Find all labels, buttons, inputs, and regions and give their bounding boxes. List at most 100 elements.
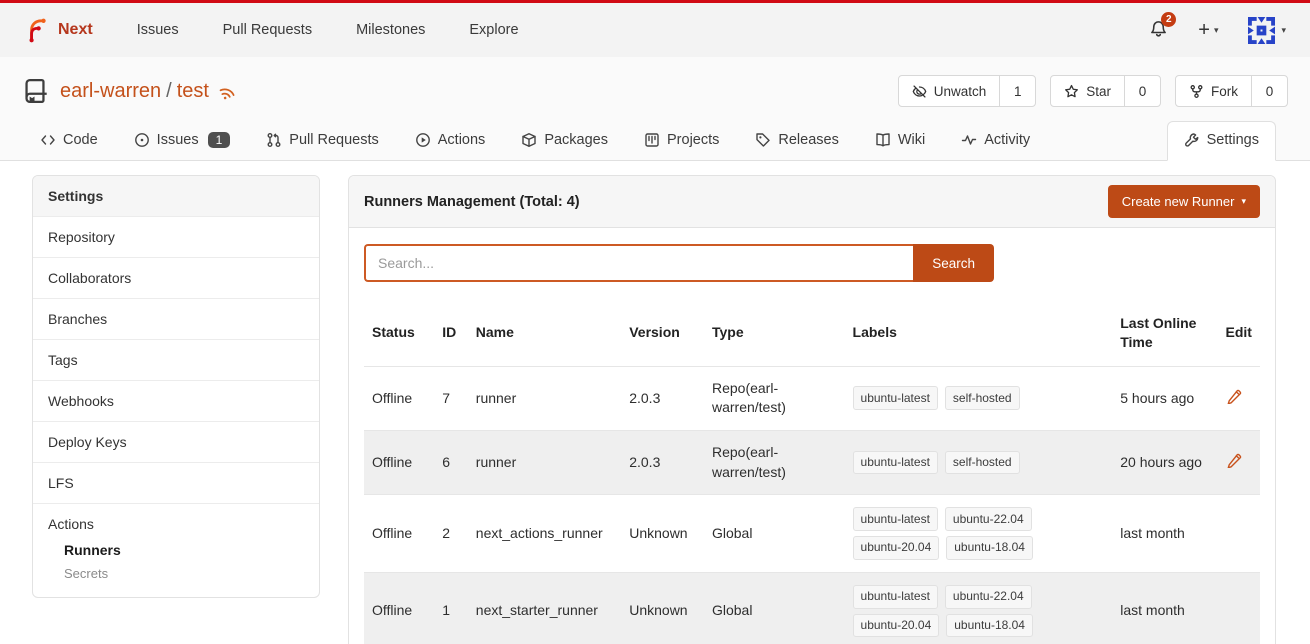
column-header-edit: Edit xyxy=(1218,300,1261,366)
repo-path-separator: / xyxy=(166,80,172,103)
column-header-name: Name xyxy=(468,300,621,366)
issues-icon xyxy=(134,132,150,148)
forgejo-logo-icon xyxy=(24,17,50,43)
sidebar-item-webhooks[interactable]: Webhooks xyxy=(33,381,319,422)
tab-pull-requests[interactable]: Pull Requests xyxy=(256,122,388,160)
sidebar-item-tags[interactable]: Tags xyxy=(33,340,319,381)
tab-projects[interactable]: Projects xyxy=(634,122,729,160)
create-new-dropdown[interactable]: + ▾ xyxy=(1198,19,1218,42)
runner-row: Offline1next_starter_runnerUnknownGlobal… xyxy=(364,572,1260,644)
runner-search-form: Search xyxy=(364,244,994,282)
notifications-bell-icon[interactable]: 2 xyxy=(1149,19,1168,41)
sidebar-item-repository[interactable]: Repository xyxy=(33,217,319,258)
wiki-icon xyxy=(875,132,891,148)
column-header-last-online-time: Last Online Time xyxy=(1112,300,1217,366)
sidebar-subitem-runners[interactable]: Runners xyxy=(48,542,304,558)
tab-releases[interactable]: Releases xyxy=(745,122,848,160)
sidebar-item-collaborators[interactable]: Collaborators xyxy=(33,258,319,299)
fork-icon xyxy=(1189,84,1204,99)
edit-runner-pencil-icon[interactable] xyxy=(1226,388,1242,404)
star-count[interactable]: 0 xyxy=(1124,76,1160,106)
runner-id: 6 xyxy=(434,430,467,494)
runner-status: Offline xyxy=(364,495,434,573)
chevron-down-icon: ▾ xyxy=(1281,25,1286,36)
top-navbar: Next Issues Pull Requests Milestones Explor… xyxy=(0,0,1310,57)
edit-runner-pencil-icon[interactable] xyxy=(1226,452,1242,468)
settings-icon xyxy=(1184,132,1200,148)
brand-label: Next xyxy=(58,21,93,39)
repo-header: earl-warren / test Unwatch1Star0Fork0 Co… xyxy=(0,57,1310,161)
navbar-item-explore[interactable]: Explore xyxy=(469,22,518,38)
user-menu-dropdown[interactable]: ▾ xyxy=(1248,17,1286,44)
column-header-status: Status xyxy=(364,300,434,366)
sidebar-item-branches[interactable]: Branches xyxy=(33,299,319,340)
navbar-item-issues[interactable]: Issues xyxy=(137,22,179,38)
sidebar-header: Settings xyxy=(33,176,319,217)
runner-label-chip: ubuntu-latest xyxy=(853,451,938,475)
runner-label-chip: ubuntu-18.04 xyxy=(946,536,1033,560)
column-header-version: Version xyxy=(621,300,704,366)
star-button[interactable]: Star xyxy=(1051,76,1124,106)
eye-slash-icon xyxy=(912,84,927,99)
repo-action-buttons: Unwatch1Star0Fork0 xyxy=(898,75,1288,107)
tab-activity[interactable]: Activity xyxy=(951,122,1040,160)
plus-icon: + xyxy=(1198,19,1210,42)
tab-label: Issues xyxy=(157,132,199,148)
projects-icon xyxy=(644,132,660,148)
sidebar-item-lfs[interactable]: LFS xyxy=(33,463,319,504)
runner-label-chip: ubuntu-22.04 xyxy=(945,507,1032,531)
rss-feed-icon[interactable] xyxy=(219,83,236,100)
create-new-runner-button[interactable]: Create new Runner ▾ xyxy=(1108,185,1260,218)
fork-count[interactable]: 0 xyxy=(1251,76,1287,106)
runner-label-chip: self-hosted xyxy=(945,451,1020,475)
home-link[interactable]: Next xyxy=(24,17,93,43)
search-input[interactable] xyxy=(364,244,913,282)
tab-label: Releases xyxy=(778,132,838,148)
content-area: SettingsRepositoryCollaboratorsBranchesT… xyxy=(0,161,1310,644)
runners-panel: Runners Management (Total: 4) Create new… xyxy=(348,175,1276,644)
runner-version: Unknown xyxy=(621,495,704,573)
sidebar-item-deploy-keys[interactable]: Deploy Keys xyxy=(33,422,319,463)
star-button-group: Star 0 xyxy=(1050,75,1161,107)
sidebar-subitem-secrets[interactable]: Secrets xyxy=(48,566,304,585)
runner-type: Global xyxy=(704,495,845,573)
unwatch-button[interactable]: Unwatch xyxy=(899,76,1000,106)
avatar xyxy=(1248,17,1275,44)
tab-packages[interactable]: Packages xyxy=(511,122,618,160)
navbar-item-milestones[interactable]: Milestones xyxy=(356,22,425,38)
sidebar-item-actions[interactable]: Actions xyxy=(48,516,304,532)
runner-edit-cell xyxy=(1218,430,1261,494)
tab-issues[interactable]: Issues1 xyxy=(124,122,241,160)
runner-row: Offline2next_actions_runnerUnknownGlobal… xyxy=(364,495,1260,573)
tab-actions[interactable]: Actions xyxy=(405,122,496,160)
repo-name-link[interactable]: test xyxy=(177,80,209,103)
code-icon xyxy=(40,132,56,148)
repo-tab-bar: Code Issues1 Pull Requests Actions Packages P… xyxy=(22,121,1288,160)
runner-label-chip: ubuntu-22.04 xyxy=(945,585,1032,609)
star-icon xyxy=(1064,84,1079,99)
actions-icon xyxy=(415,132,431,148)
runner-edit-cell xyxy=(1218,572,1261,644)
pull-requests-icon xyxy=(266,132,282,148)
tab-code[interactable]: Code xyxy=(30,122,108,160)
search-button[interactable]: Search xyxy=(913,244,994,282)
unwatch-count[interactable]: 1 xyxy=(999,76,1035,106)
runner-name: next_starter_runner xyxy=(468,572,621,644)
runner-last-online: last month xyxy=(1112,495,1217,573)
runner-label-chip: ubuntu-18.04 xyxy=(946,614,1033,638)
runner-type: Global xyxy=(704,572,845,644)
runner-id: 1 xyxy=(434,572,467,644)
releases-icon xyxy=(755,132,771,148)
fork-button[interactable]: Fork xyxy=(1176,76,1251,106)
tab-settings[interactable]: Settings xyxy=(1167,121,1276,161)
runner-name: runner xyxy=(468,366,621,430)
tab-label: Pull Requests xyxy=(289,132,378,148)
unwatch-label: Unwatch xyxy=(934,84,987,99)
navbar-item-pull-requests[interactable]: Pull Requests xyxy=(223,22,312,38)
tab-wiki[interactable]: Wiki xyxy=(865,122,935,160)
repo-owner-link[interactable]: earl-warren xyxy=(60,80,161,103)
runner-id: 2 xyxy=(434,495,467,573)
star-label: Star xyxy=(1086,84,1111,99)
runners-table: StatusIDNameVersionTypeLabelsLast Online… xyxy=(364,300,1260,644)
runner-status: Offline xyxy=(364,430,434,494)
